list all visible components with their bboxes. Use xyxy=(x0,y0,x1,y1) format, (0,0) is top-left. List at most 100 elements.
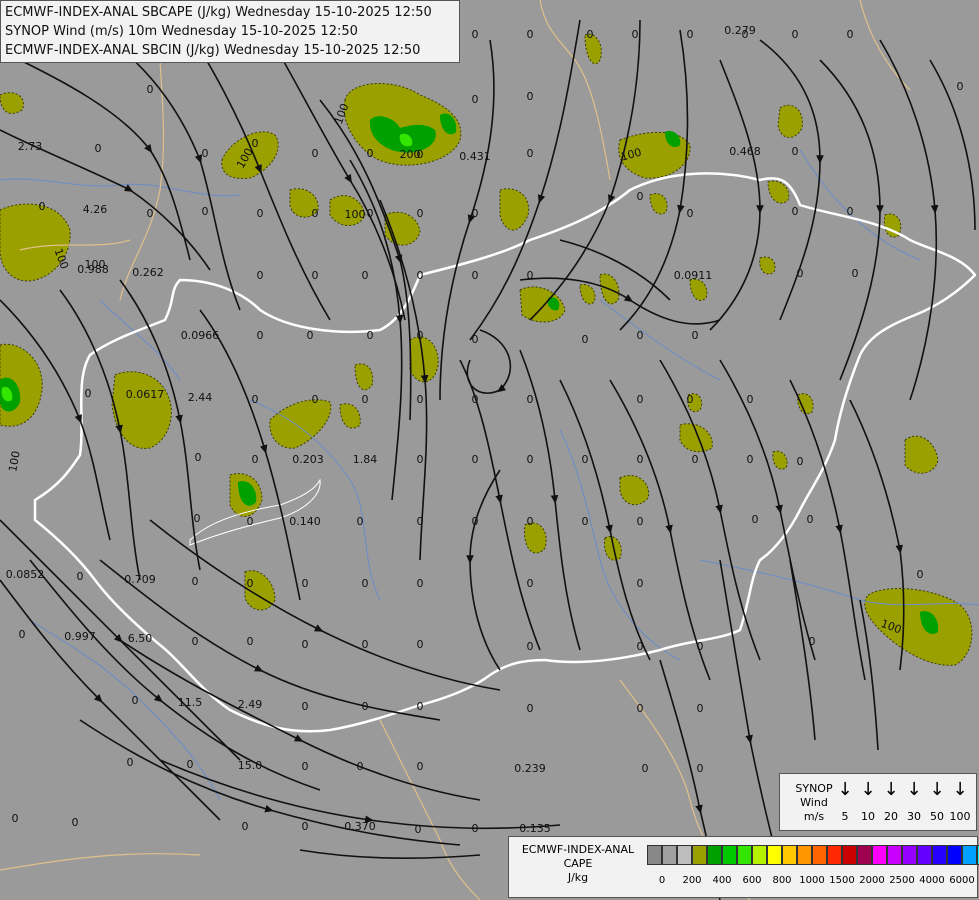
cape-value-label: 0 xyxy=(637,190,644,203)
cape-value-label: 0 xyxy=(809,635,816,648)
cape-value-label: 0 xyxy=(417,577,424,590)
contour-label: 100 xyxy=(345,208,366,221)
cape-value-label: 0 xyxy=(957,80,964,93)
cape-value-label: 0 xyxy=(637,577,644,590)
cape-value-label: 0 xyxy=(417,453,424,466)
cape-value-label: 0 xyxy=(527,393,534,406)
down-arrow-icon: ↓ xyxy=(883,779,899,800)
cape-value-label: 0 xyxy=(917,568,924,581)
scale-tick-label: 2500 xyxy=(889,875,915,886)
cape-value-label: 0 xyxy=(247,577,254,590)
cape-value-label: 0 xyxy=(807,513,814,526)
cape-value-label: 0 xyxy=(95,142,102,155)
cape-value-label: 0 xyxy=(302,577,309,590)
cape-value-label: 0 xyxy=(747,453,754,466)
cape-value-label: 0 xyxy=(752,513,759,526)
cape-value-label: 0.0852 xyxy=(6,568,45,581)
cape-value-label: 0.262 xyxy=(132,266,164,279)
color-swatch xyxy=(722,845,737,865)
cape-value-label: 0 xyxy=(367,207,374,220)
cape-legend: ECMWF-INDEX-ANAL CAPE J/kg 0 200 400 600 800… xyxy=(508,836,979,898)
color-swatch xyxy=(797,845,812,865)
cape-value-label: 0 xyxy=(417,269,424,282)
cape-value-label: 0 xyxy=(247,635,254,648)
cape-value-label: 0 xyxy=(242,820,249,833)
color-swatch xyxy=(827,845,842,865)
cape-value-label: 0 xyxy=(472,822,479,835)
wind-legend-step: ↓ 20 xyxy=(880,779,902,824)
cape-value-label: 0 xyxy=(527,640,534,653)
cape-value-label: 0.135 xyxy=(519,822,551,835)
cape-value-label: 0 xyxy=(792,28,799,41)
cape-value-label: 0.709 xyxy=(124,573,156,586)
color-swatch xyxy=(812,845,827,865)
wind-step-label: 20 xyxy=(884,810,898,823)
cape-value-label: 0.468 xyxy=(729,145,761,158)
cape-value-label: 0 xyxy=(357,515,364,528)
cape-value-label: 0 xyxy=(302,820,309,833)
color-swatch xyxy=(872,845,887,865)
color-swatch xyxy=(962,845,977,865)
cape-legend-title: ECMWF-INDEX-ANAL CAPE J/kg xyxy=(521,843,635,884)
cape-value-label: 0 xyxy=(847,28,854,41)
cape-value-label: 0 xyxy=(77,570,84,583)
cape-value-label: 0 xyxy=(312,207,319,220)
weather-map[interactable]: 0 0 0 0 0 0 0 0 0 0 0.279 0 2.73 0 0 0 0 0 0 0 0.431 0 0 0.468 0… xyxy=(0,0,979,900)
header-wind-title: SYNOP Wind (m/s) 10m Wednesday 15-10-202… xyxy=(5,24,358,39)
cape-value-label: 0 xyxy=(697,640,704,653)
cape-value-label: 0.279 xyxy=(724,24,756,37)
color-swatch xyxy=(707,845,722,865)
cape-value-label: 0 xyxy=(472,333,479,346)
cape-value-label: 0 xyxy=(417,700,424,713)
cape-value-label: 0 xyxy=(257,329,264,342)
wind-legend-unit: m/s xyxy=(803,810,825,823)
cape-value-label: 0 xyxy=(252,137,259,150)
cape-value-label: 0 xyxy=(367,147,374,160)
cape-value-label: 0 xyxy=(527,453,534,466)
wind-legend: SYNOP Wind m/s ↓ 5 ↓ 10 ↓ 20 ↓ 30 ↓ 50 ↓ 100 xyxy=(779,773,977,831)
cape-value-label: 0 xyxy=(582,453,589,466)
scale-tick-label: 800 xyxy=(772,875,792,886)
cape-color-scale xyxy=(647,845,979,865)
cape-value-label: 0 xyxy=(582,515,589,528)
cape-value-label: 0 xyxy=(147,207,154,220)
scale-tick-label: 200 xyxy=(682,875,702,886)
cape-value-label: 11.5 xyxy=(178,696,203,709)
cape-value-label: 0 xyxy=(642,762,649,775)
cape-value-label: 0 xyxy=(194,512,201,525)
scale-tick-label: 2000 xyxy=(859,875,885,886)
cape-value-label: 0 xyxy=(637,702,644,715)
cape-value-label: 0 xyxy=(637,453,644,466)
cape-value-label: 0 xyxy=(247,515,254,528)
cape-value-label: 0 xyxy=(257,207,264,220)
cape-value-label: 0 xyxy=(312,147,319,160)
wind-step-label: 10 xyxy=(861,810,875,823)
cape-value-label: 0 xyxy=(302,638,309,651)
cape-value-label: 0 xyxy=(697,702,704,715)
cape-value-label: 0 xyxy=(797,267,804,280)
cape-value-label: 0 xyxy=(202,147,209,160)
cape-value-label: 4.26 xyxy=(83,203,108,216)
cape-value-label: 0 xyxy=(362,393,369,406)
cape-value-label: 0 xyxy=(85,387,92,400)
cape-value-label: 0 xyxy=(362,577,369,590)
cape-value-label: 0 xyxy=(195,451,202,464)
cape-value-label: 0.140 xyxy=(289,515,321,528)
cape-legend-unit: J/kg xyxy=(567,871,589,884)
cape-value-label: 0 xyxy=(687,28,694,41)
header-cape-title: ECMWF-INDEX-ANAL SBCAPE (J/kg) Wednesday… xyxy=(5,5,432,20)
cape-value-label: 2.49 xyxy=(238,698,263,711)
cape-value-label: 0 xyxy=(252,453,259,466)
cape-value-label: 0 xyxy=(687,207,694,220)
cape-value-label: 0 xyxy=(637,640,644,653)
down-arrow-icon: ↓ xyxy=(860,779,876,800)
cape-value-label: 0 xyxy=(367,329,374,342)
cape-value-label: 0 xyxy=(697,762,704,775)
cape-value-label: 0 xyxy=(472,207,479,220)
cape-value-label: 0 xyxy=(747,393,754,406)
scale-tick-label: 1500 xyxy=(829,875,855,886)
scale-tick-label: 400 xyxy=(712,875,732,886)
cape-value-label: 0.0911 xyxy=(674,269,713,282)
cape-value-label: 0.997 xyxy=(64,630,96,643)
cape-value-label: 0 xyxy=(527,147,534,160)
